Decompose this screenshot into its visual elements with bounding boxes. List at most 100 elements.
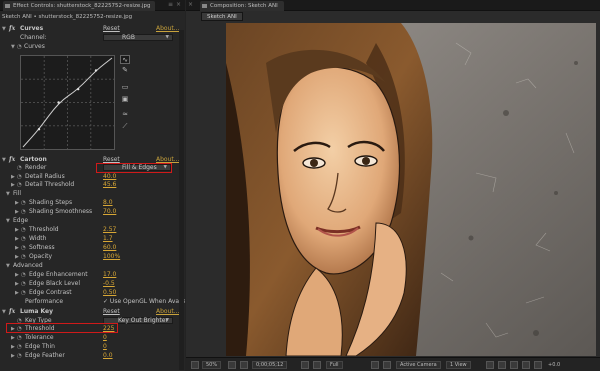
color-channel-icon[interactable] <box>313 361 321 369</box>
param-value[interactable]: 1.7 <box>103 235 113 243</box>
effect-controls-scrollbar[interactable] <box>179 30 184 370</box>
grid-icon[interactable] <box>228 361 236 369</box>
channel-dropdown[interactable]: RGB ▼ <box>103 34 173 41</box>
about-link[interactable]: About... <box>156 25 179 33</box>
region-of-interest-icon[interactable] <box>371 361 379 369</box>
param-value[interactable]: 0.0 <box>103 352 113 360</box>
about-link[interactable]: About... <box>156 308 179 316</box>
fast-previews-icon[interactable] <box>498 361 506 369</box>
param-value[interactable]: -0.5 <box>103 280 115 288</box>
fx-icon[interactable]: fx <box>9 156 15 164</box>
expand-triangle-icon[interactable]: ▶ <box>15 226 19 234</box>
expand-triangle-icon[interactable]: ▶ <box>15 244 19 252</box>
collapse-triangle-icon[interactable]: ▼ <box>6 190 10 198</box>
param-value[interactable]: 40.0 <box>103 173 116 181</box>
expand-triangle-icon[interactable]: ▶ <box>11 173 15 181</box>
stopwatch-icon[interactable]: ◔ <box>21 208 26 216</box>
effect-controls-tab[interactable]: Effect Controls: shutterstock_82225752-r… <box>3 1 155 11</box>
view-layout-dropdown[interactable]: 1 View <box>446 361 471 369</box>
effect-header-luma-key[interactable]: ▼ fx Luma Key Reset About... <box>0 308 185 316</box>
smooth-icon[interactable]: ≈ <box>120 110 130 119</box>
param-value[interactable]: 45.6 <box>103 181 116 189</box>
stopwatch-icon[interactable]: ◔ <box>21 244 26 252</box>
stopwatch-icon[interactable]: ◔ <box>21 253 26 261</box>
stopwatch-icon[interactable]: ◔ <box>17 334 22 342</box>
pencil-tool-icon[interactable]: ✎ <box>120 66 130 75</box>
stopwatch-icon[interactable]: ◔ <box>21 280 26 288</box>
resolution-dropdown[interactable]: Full <box>326 361 343 369</box>
collapse-triangle-icon[interactable]: ▼ <box>2 308 6 316</box>
toggle-pixel-aspect-icon[interactable] <box>486 361 494 369</box>
fx-icon[interactable]: fx <box>9 308 15 316</box>
stopwatch-icon[interactable]: ◔ <box>21 271 26 279</box>
camera-icon[interactable] <box>301 361 309 369</box>
panel-menu-icon[interactable]: ≡ <box>168 1 173 8</box>
exposure-icon[interactable] <box>534 361 542 369</box>
expand-triangle-icon[interactable]: ▶ <box>15 253 19 261</box>
stopwatch-icon[interactable]: ◔ <box>21 226 26 234</box>
save-file-icon[interactable]: ▣ <box>120 95 130 104</box>
exposure-value[interactable]: +0.0 <box>548 361 560 369</box>
collapse-triangle-icon[interactable]: ▼ <box>11 43 15 51</box>
composition-subtab[interactable]: Sketch ANI <box>201 12 243 21</box>
camera-dropdown[interactable]: Active Camera <box>396 361 441 369</box>
reset-button[interactable]: Reset <box>103 25 120 33</box>
collapse-triangle-icon[interactable]: ▼ <box>2 156 6 164</box>
param-value[interactable]: 17.0 <box>103 271 116 279</box>
group-row-edge[interactable]: ▼ Edge <box>0 217 185 225</box>
stopwatch-icon[interactable]: ◔ <box>17 43 22 51</box>
stopwatch-icon[interactable]: ◔ <box>17 181 22 189</box>
stopwatch-icon[interactable]: ◔ <box>21 199 26 207</box>
expand-triangle-icon[interactable]: ▶ <box>11 343 15 351</box>
expand-triangle-icon[interactable]: ▶ <box>15 199 19 207</box>
stopwatch-icon[interactable]: ◔ <box>17 343 22 351</box>
timeline-icon[interactable] <box>510 361 518 369</box>
group-row-fill[interactable]: ▼ Fill <box>0 190 185 198</box>
param-value[interactable]: 70.0 <box>103 208 116 216</box>
expand-triangle-icon[interactable]: ▶ <box>15 235 19 243</box>
stopwatch-icon[interactable]: ◔ <box>17 173 22 181</box>
param-value[interactable]: 60.0 <box>103 244 116 252</box>
expand-triangle-icon[interactable]: ▶ <box>11 181 15 189</box>
flowchart-icon[interactable] <box>522 361 530 369</box>
expand-triangle-icon[interactable]: ▶ <box>15 289 19 297</box>
mask-icon[interactable] <box>240 361 248 369</box>
expand-triangle-icon[interactable]: ▶ <box>15 280 19 288</box>
expand-triangle-icon[interactable]: ▶ <box>15 271 19 279</box>
param-value[interactable]: 0 <box>103 343 107 351</box>
collapse-triangle-icon[interactable]: ▼ <box>6 217 10 225</box>
stopwatch-icon[interactable]: ◔ <box>21 289 26 297</box>
zoom-dropdown[interactable]: 50% <box>202 361 222 369</box>
composition-viewer[interactable] <box>226 23 596 356</box>
param-value[interactable]: 8.0 <box>103 199 113 207</box>
current-time[interactable]: 0;00;05;12 <box>252 361 288 369</box>
collapse-triangle-icon[interactable]: ▼ <box>2 25 6 33</box>
stopwatch-icon[interactable]: ◔ <box>21 235 26 243</box>
close-icon[interactable]: × <box>188 1 193 8</box>
curve-graph[interactable] <box>20 55 115 150</box>
effect-header-curves[interactable]: ▼ fx Curves Reset About... <box>0 25 185 33</box>
always-preview-icon[interactable] <box>191 361 199 369</box>
expand-triangle-icon[interactable]: ▶ <box>11 352 15 360</box>
param-value[interactable]: 0.50 <box>103 289 116 297</box>
close-icon[interactable]: × <box>176 1 181 8</box>
param-value[interactable]: 0 <box>103 334 107 342</box>
curve-control-point[interactable] <box>57 101 60 104</box>
stopwatch-icon[interactable]: ◔ <box>17 164 22 172</box>
reset-curve-icon[interactable]: ⟋ <box>120 122 130 131</box>
stopwatch-icon[interactable]: ◔ <box>17 352 22 360</box>
expand-triangle-icon[interactable]: ▶ <box>11 334 15 342</box>
reset-button[interactable]: Reset <box>103 308 120 316</box>
curve-control-point[interactable] <box>94 69 98 72</box>
fx-icon[interactable]: fx <box>9 25 15 33</box>
transparency-grid-icon[interactable] <box>383 361 391 369</box>
curve-control-point[interactable] <box>37 128 41 131</box>
open-file-icon[interactable]: ▭ <box>120 83 130 92</box>
curve-control-point[interactable] <box>76 87 80 91</box>
param-value[interactable]: 2.57 <box>103 226 116 234</box>
collapse-triangle-icon[interactable]: ▼ <box>6 262 10 270</box>
param-value[interactable]: 100% <box>103 253 120 261</box>
expand-triangle-icon[interactable]: ▶ <box>15 208 19 216</box>
composition-tab[interactable]: Composition: Sketch ANI <box>200 1 284 11</box>
curve-tool-icon[interactable]: ∿ <box>120 55 130 64</box>
